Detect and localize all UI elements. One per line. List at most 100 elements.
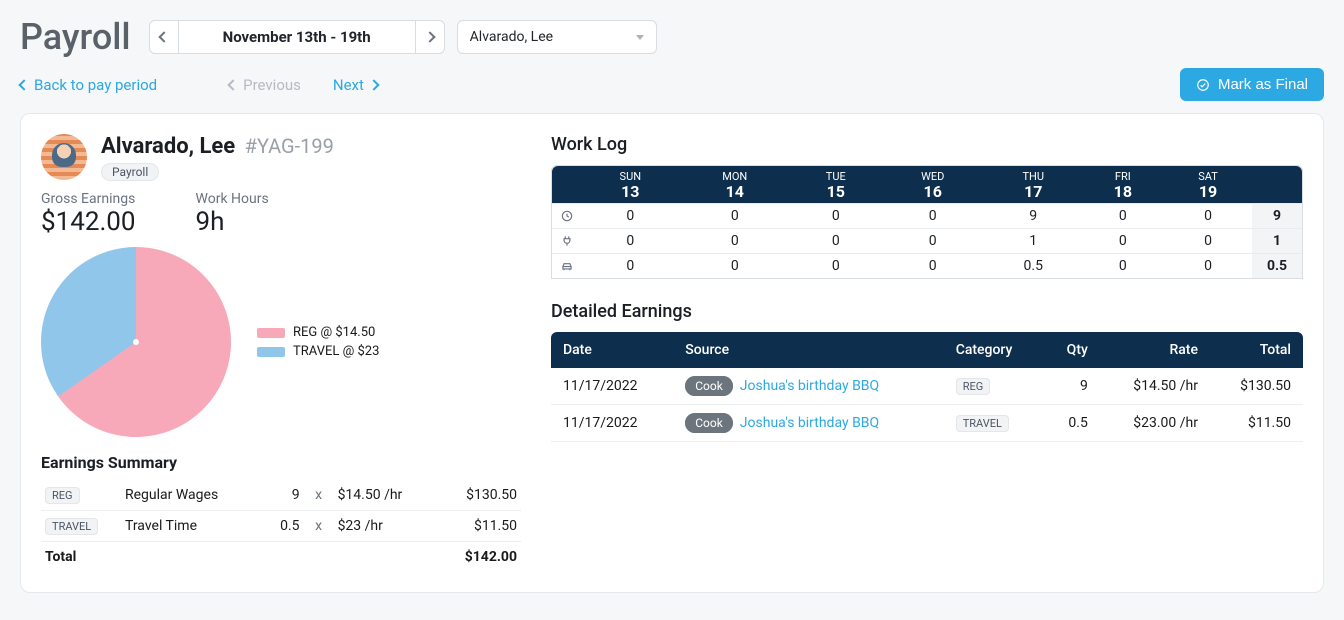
worklog-row: 00009009	[552, 203, 1302, 228]
summary-label: Regular Wages	[121, 480, 264, 511]
detailed-row: 11/17/2022 Cook Joshua's birthday BBQ TRAV…	[551, 404, 1303, 441]
left-column: Alvarado, Lee #YAG-199 Payroll Gross Ear…	[41, 134, 521, 572]
payroll-card: Alvarado, Lee #YAG-199 Payroll Gross Ear…	[20, 113, 1324, 593]
work-hours-label: Work Hours	[196, 191, 269, 207]
employee-badge: Payroll	[101, 163, 159, 181]
worklog-cell: 9	[985, 203, 1082, 228]
legend-label: REG @ $14.50	[293, 325, 375, 340]
worklog-corner	[552, 166, 582, 203]
source-link[interactable]: Joshua's birthday BBQ	[740, 378, 879, 394]
summary-total: $11.50	[436, 511, 521, 542]
work-hours-value: 9h	[196, 207, 269, 237]
worklog-row-total: 9	[1252, 203, 1302, 228]
worklog-cell: 0	[1082, 203, 1164, 228]
worklog-day-head: FRI18	[1082, 166, 1164, 203]
summary-x: x	[304, 511, 334, 542]
worklog-cell: 0	[881, 228, 985, 253]
worklog-cell: 0	[1082, 253, 1164, 278]
summary-x: x	[304, 480, 334, 511]
worklog-row-icon	[552, 228, 582, 253]
earnings-summary-heading: Earnings Summary	[41, 453, 521, 472]
worklog-cell: 1	[985, 228, 1082, 253]
worklog-cell: 0	[679, 228, 791, 253]
detailed-col-rate: Rate	[1100, 332, 1210, 368]
period-label[interactable]: November 13th - 19th	[179, 20, 415, 54]
worklog-day-head: SUN13	[582, 166, 679, 203]
detailed-total: $130.50	[1210, 368, 1303, 405]
employee-name: Alvarado, Lee	[101, 134, 235, 159]
detailed-category: REG	[944, 368, 1044, 405]
legend-item: REG @ $14.50	[257, 325, 379, 340]
right-column: Work Log SUN13MON14TUE15WED16THU17FRI18S…	[551, 134, 1303, 572]
worklog-table: SUN13MON14TUE15WED16THU17FRI18SAT19 0000…	[551, 165, 1303, 279]
worklog-day-head: WED16	[881, 166, 985, 203]
detailed-qty: 9	[1044, 368, 1100, 405]
worklog-cell: 0	[1082, 228, 1164, 253]
next-link[interactable]: Next	[333, 76, 378, 94]
source-link[interactable]: Joshua's birthday BBQ	[740, 415, 879, 431]
summary-tag: REG	[45, 487, 80, 504]
worklog-row-icon	[552, 203, 582, 228]
back-link-label: Back to pay period	[34, 76, 157, 94]
worklog-row: 00001001	[552, 228, 1302, 253]
worklog-cell: 0	[582, 253, 679, 278]
worklog-cell: 0	[679, 253, 791, 278]
worklog-cell: 0	[582, 228, 679, 253]
category-tag: REG	[956, 378, 991, 395]
detailed-col-total: Total	[1210, 332, 1303, 368]
plug-icon	[560, 234, 574, 248]
previous-link: Previous	[229, 76, 301, 94]
period-nav: November 13th - 19th	[149, 20, 445, 54]
detailed-total: $11.50	[1210, 404, 1303, 441]
worklog-cell: 0	[881, 253, 985, 278]
summary-tag: TRAVEL	[45, 518, 98, 535]
period-next-button[interactable]	[415, 20, 445, 54]
category-tag: TRAVEL	[956, 415, 1009, 432]
legend-swatch	[257, 328, 285, 338]
back-link[interactable]: Back to pay period	[20, 76, 157, 94]
summary-qty: 0.5	[264, 511, 304, 542]
detailed-date: 11/17/2022	[551, 404, 673, 441]
detailed-col-source: Source	[673, 332, 943, 368]
legend-label: TRAVEL @ $23	[293, 344, 379, 359]
summary-total-value: $142.00	[436, 542, 521, 573]
detailed-source: Cook Joshua's birthday BBQ	[673, 368, 943, 405]
worklog-cell: 0	[791, 228, 881, 253]
source-tag: Cook	[685, 413, 733, 433]
detailed-table: DateSourceCategoryQtyRateTotal 11/17/202…	[551, 332, 1303, 442]
employee-select[interactable]: Alvarado, Lee	[457, 20, 657, 54]
chevron-right-icon	[368, 79, 379, 90]
summary-total-row: Total$142.00	[41, 542, 521, 573]
summary-label: Travel Time	[121, 511, 264, 542]
summary-rate: $14.50 /hr	[334, 480, 437, 511]
worklog-day-head: SAT19	[1164, 166, 1252, 203]
period-prev-button[interactable]	[149, 20, 179, 54]
mark-final-button[interactable]: Mark as Final	[1180, 68, 1324, 101]
summary-row: REGRegular Wages9x$14.50 /hr$130.50	[41, 480, 521, 511]
detailed-rate: $23.00 /hr	[1100, 404, 1210, 441]
worklog-day-head: TUE15	[791, 166, 881, 203]
worklog-cell: 0.5	[985, 253, 1082, 278]
clock-icon	[560, 209, 574, 223]
detailed-row: 11/17/2022Cook Joshua's birthday BBQREG9…	[551, 368, 1303, 405]
chevron-left-icon	[18, 79, 29, 90]
legend-swatch	[257, 347, 285, 357]
worklog-cell: 0	[791, 203, 881, 228]
summary-qty: 9	[264, 480, 304, 511]
detailed-col-category: Category	[944, 332, 1044, 368]
chevron-left-icon	[227, 79, 238, 90]
worklog-cell: 0	[1164, 228, 1252, 253]
page-title: Payroll	[20, 16, 131, 58]
worklog-row-total: 0.5	[1252, 253, 1302, 278]
worklog-row-icon	[552, 253, 582, 278]
gross-earnings-label: Gross Earnings	[41, 191, 136, 207]
chevron-right-icon	[424, 31, 435, 42]
summary-total-label: Total	[41, 542, 436, 573]
employee-select-value: Alvarado, Lee	[470, 29, 553, 45]
detailed-category: TRAVEL	[944, 404, 1044, 441]
previous-label: Previous	[243, 76, 301, 94]
detailed-col-qty: Qty	[1044, 332, 1100, 368]
worklog-cell: 0	[881, 203, 985, 228]
worklog-total-head	[1252, 166, 1302, 203]
worklog-row-total: 1	[1252, 228, 1302, 253]
